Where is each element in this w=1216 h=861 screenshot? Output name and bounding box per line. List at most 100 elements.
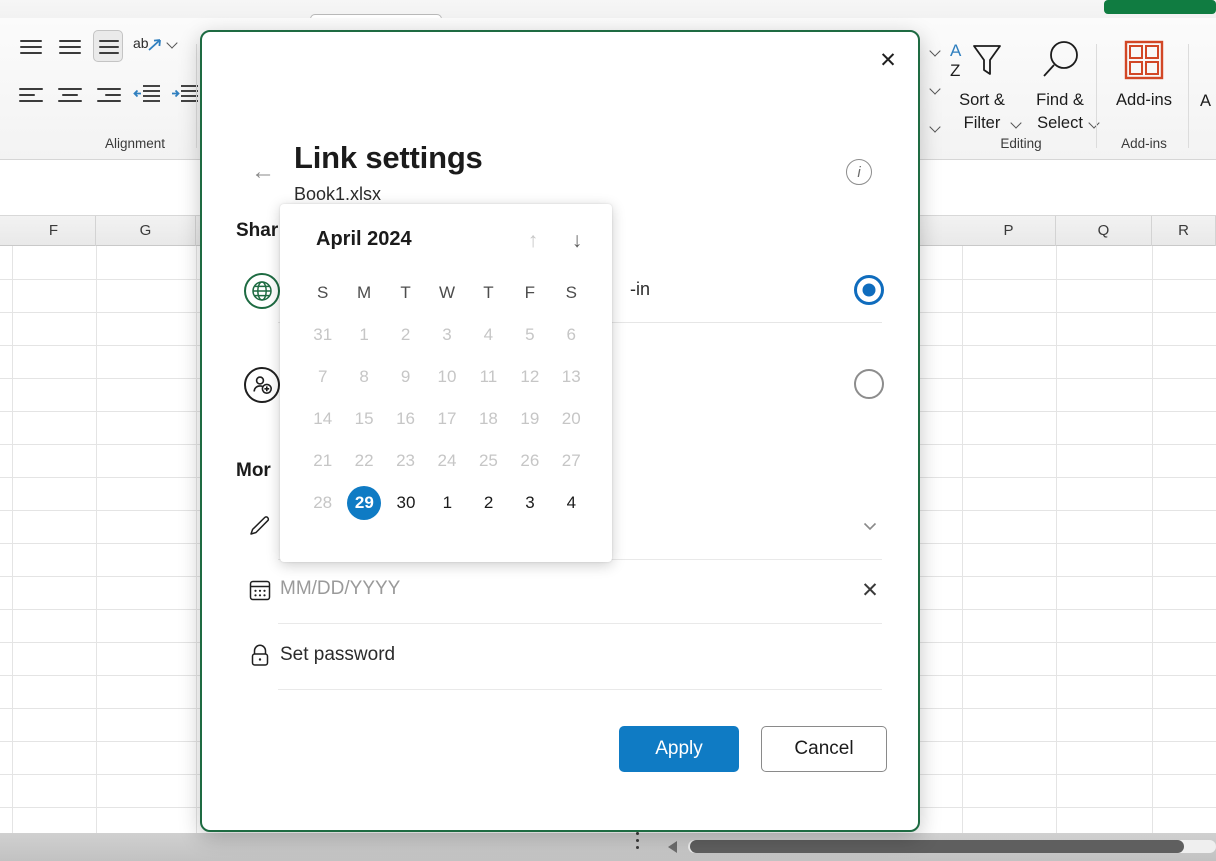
cells-expand-icon[interactable]: [930, 122, 941, 133]
more-section-heading: Mor: [236, 460, 271, 481]
calendar-day-header-row: S M T W T F S: [302, 272, 592, 314]
column-header-P[interactable]: P: [962, 216, 1056, 246]
find-select-dropdown-icon[interactable]: [1089, 118, 1100, 129]
column-header-R[interactable]: R: [1152, 216, 1216, 246]
calendar-day[interactable]: 30: [385, 482, 426, 524]
calendar-day[interactable]: 3: [509, 482, 550, 524]
calendar-day[interactable]: 4: [551, 482, 592, 524]
decrease-indent-button[interactable]: [132, 80, 162, 108]
align-left-button[interactable]: [16, 80, 46, 108]
horizontal-scrollbar-thumb[interactable]: [690, 840, 1184, 853]
align-bottom-button[interactable]: [93, 30, 123, 62]
lock-icon-svg: [251, 644, 269, 666]
share-option-specific-people-radio[interactable]: [854, 369, 884, 399]
calendar-day[interactable]: 31: [302, 314, 343, 356]
align-right-button[interactable]: [94, 80, 124, 108]
add-ins-label: Add-ins: [1116, 91, 1172, 109]
calendar-icon[interactable]: [246, 576, 274, 604]
calendar-day[interactable]: 17: [426, 398, 467, 440]
expiration-date-input[interactable]: MM/DD/YYYY: [280, 578, 400, 600]
align-middle-button[interactable]: [55, 32, 85, 60]
calendar-day[interactable]: 7: [302, 356, 343, 398]
calendar-day[interactable]: 24: [426, 440, 467, 482]
calendar-day[interactable]: 13: [551, 356, 592, 398]
pencil-icon: [246, 512, 274, 540]
styles-expand-icon[interactable]: [930, 84, 941, 95]
align-top-button[interactable]: [16, 32, 46, 60]
close-icon[interactable]: ✕: [868, 40, 908, 80]
column-header-G[interactable]: G: [96, 216, 196, 246]
group-separator-addins: [1188, 44, 1189, 148]
apply-button[interactable]: Apply: [619, 726, 739, 772]
sort-filter-label-line2: Filter: [963, 114, 1001, 132]
align-center-button[interactable]: [55, 80, 85, 108]
calendar-day-selected-wrap[interactable]: 29: [343, 482, 385, 524]
chevron-down-icon[interactable]: [854, 510, 886, 542]
calendar-dow-tue: T: [400, 283, 411, 302]
info-icon[interactable]: i: [846, 159, 872, 185]
calendar-day-selected[interactable]: 29: [347, 486, 382, 520]
clear-icon[interactable]: ✕: [854, 574, 886, 606]
calendar-day[interactable]: 16: [385, 398, 426, 440]
find-select-label-line1: Find &: [1036, 91, 1084, 109]
divider: [278, 689, 882, 690]
calendar-day[interactable]: 15: [343, 398, 384, 440]
sort-and-filter-button[interactable]: A Z Sort & Filter: [944, 38, 1020, 135]
column-header-Q[interactable]: Q: [1056, 216, 1152, 246]
share-button[interactable]: [1104, 0, 1216, 14]
calendar-day[interactable]: 3: [426, 314, 467, 356]
ribbon-group-label-editing: Editing: [1000, 136, 1042, 151]
find-select-label-line2: Select: [1037, 114, 1083, 132]
number-format-expand-icon[interactable]: [930, 46, 941, 57]
calendar-day[interactable]: 25: [468, 440, 509, 482]
calendar-day[interactable]: 28: [302, 482, 343, 524]
calendar-day[interactable]: 21: [302, 440, 343, 482]
calendar-day[interactable]: 11: [468, 356, 509, 398]
calendar-day[interactable]: 27: [551, 440, 592, 482]
set-password-label[interactable]: Set password: [280, 644, 395, 666]
calendar-day[interactable]: 20: [551, 398, 592, 440]
add-ins-icon: [1124, 40, 1164, 80]
share-option-anyone-radio[interactable]: [854, 275, 884, 305]
calendar-day[interactable]: 10: [426, 356, 467, 398]
svg-text:ab: ab: [133, 35, 149, 51]
calendar-day[interactable]: 8: [343, 356, 384, 398]
svg-text:A: A: [950, 41, 962, 60]
back-arrow-icon[interactable]: ←: [248, 157, 278, 187]
add-ins-button[interactable]: Add-ins: [1106, 38, 1182, 112]
calendar-day[interactable]: 22: [343, 440, 384, 482]
calendar-day[interactable]: 1: [343, 314, 384, 356]
dialog-action-row: Apply Cancel: [202, 726, 922, 786]
scroll-left-icon[interactable]: [668, 841, 677, 853]
calendar-day[interactable]: 5: [509, 314, 550, 356]
calendar-day[interactable]: 19: [509, 398, 550, 440]
set-password-field-row[interactable]: Set password: [232, 624, 892, 690]
find-and-select-button[interactable]: Find & Select: [1022, 38, 1098, 135]
cancel-button[interactable]: Cancel: [761, 726, 887, 772]
calendar-day[interactable]: 1: [427, 482, 468, 524]
calendar-day[interactable]: 12: [509, 356, 550, 398]
file-name-label: Book1.xlsx: [294, 184, 382, 204]
orientation-icon[interactable]: ab: [133, 32, 165, 62]
calendar-prev-month-icon[interactable]: ↑: [516, 224, 550, 258]
group-separator-editing: [1096, 44, 1097, 148]
calendar-day[interactable]: 26: [509, 440, 550, 482]
calendar-day[interactable]: 23: [385, 440, 426, 482]
calendar-day[interactable]: 2: [468, 482, 509, 524]
sort-filter-dropdown-icon[interactable]: [1011, 118, 1022, 129]
calendar-day[interactable]: 2: [385, 314, 426, 356]
expiration-date-field-row[interactable]: MM/DD/YYYY ✕: [232, 558, 892, 624]
calendar-week-row: 21 22 23 24 25 26 27: [302, 440, 592, 482]
calendar-day[interactable]: 18: [468, 398, 509, 440]
date-picker-popup[interactable]: April 2024 ↑ ↓ S M T W T F S 31 1 2 3 4 …: [280, 204, 612, 562]
calendar-day[interactable]: 6: [551, 314, 592, 356]
person-add-icon: [244, 367, 280, 403]
column-header-F[interactable]: F: [12, 216, 96, 246]
globe-icon: [244, 273, 280, 309]
more-options-icon[interactable]: [636, 832, 640, 852]
calendar-day[interactable]: 9: [385, 356, 426, 398]
calendar-day[interactable]: 4: [468, 314, 509, 356]
calendar-next-month-icon[interactable]: ↓: [560, 224, 594, 258]
orientation-dropdown-icon[interactable]: [167, 38, 178, 49]
calendar-day[interactable]: 14: [302, 398, 343, 440]
